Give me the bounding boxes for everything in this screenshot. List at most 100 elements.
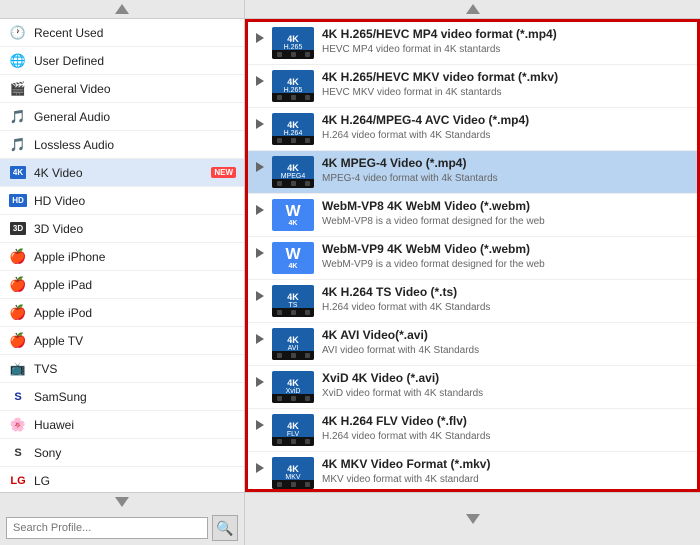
format-item-ts-video[interactable]: 4KTS 4K H.264 TS Video (*.ts)H.264 video …	[248, 280, 697, 323]
format-desc: WebM-VP8 is a video format designed for …	[322, 215, 689, 228]
format-title: 4K H.264/MPEG-4 AVC Video (*.mp4)	[322, 113, 689, 129]
search-button[interactable]: 🔍	[212, 515, 238, 541]
sidebar-item-apple-ipod[interactable]: 🍎Apple iPod	[0, 299, 244, 327]
4k-badge: 4KAVI	[272, 328, 314, 360]
expand-arrow-icon	[256, 162, 266, 172]
format-item-h265-mkv[interactable]: 4KH.2654K H.265/HEVC MKV video format (*…	[248, 65, 697, 108]
format-text: 4K H.264/MPEG-4 AVC Video (*.mp4)H.264 v…	[322, 113, 689, 142]
format-item-mpeg4[interactable]: 4KMPEG44K MPEG-4 Video (*.mp4)MPEG-4 vid…	[248, 151, 697, 194]
format-text: 4K H.265/HEVC MKV video format (*.mkv)HE…	[322, 70, 689, 99]
expand-arrow-icon	[256, 248, 266, 258]
4k-badge: 4KH.265	[272, 27, 314, 59]
format-item-mkv-video[interactable]: 4KMKV 4K MKV Video Format (*.mkv)MKV vide…	[248, 452, 697, 492]
sidebar-label: Lossless Audio	[34, 138, 236, 152]
format-text: 4K AVI Video(*.avi)AVI video format with…	[322, 328, 689, 357]
4k-badge: 4KTS	[272, 285, 314, 317]
top-arrow-row	[0, 0, 700, 19]
up-arrow-icon[interactable]	[115, 4, 129, 14]
formats-scroll-down[interactable]	[245, 493, 700, 545]
sidebar-item-apple-ipad[interactable]: 🍎Apple iPad	[0, 271, 244, 299]
sidebar-label: Apple iPhone	[34, 250, 236, 264]
sidebar-label: 3D Video	[34, 222, 236, 236]
sidebar-label: LG	[34, 474, 236, 488]
sidebar-label: Apple iPad	[34, 278, 236, 292]
format-item-avi-video[interactable]: 4KAVI 4K AVI Video(*.avi)AVI video format…	[248, 323, 697, 366]
4k-badge: 4KMKV	[272, 457, 314, 489]
apple-icon: 🍎	[8, 333, 28, 349]
sidebar-item-apple-tv[interactable]: 🍎 Apple TV	[0, 327, 244, 355]
sidebar-item-lossless-audio[interactable]: 🎵 Lossless Audio	[0, 131, 244, 159]
audio-icon: 🎵	[8, 137, 28, 153]
format-text: 4K H.265/HEVC MP4 video format (*.mp4)HE…	[322, 27, 689, 56]
format-desc: WebM-VP9 is a video format designed for …	[322, 258, 689, 271]
expand-arrow-icon	[256, 205, 266, 215]
format-text: 4K MKV Video Format (*.mkv)MKV video for…	[322, 457, 689, 486]
sidebar-item-samsung[interactable]: SSamSung	[0, 383, 244, 411]
4k-icon: 4K	[8, 165, 28, 181]
up-arrow-icon-right[interactable]	[466, 4, 480, 14]
sidebar-label: General Video	[34, 82, 236, 96]
format-title: 4K H.264 TS Video (*.ts)	[322, 285, 689, 301]
sidebar-item-recent-used[interactable]: 🕐Recent Used	[0, 19, 244, 47]
down-arrow-icon[interactable]	[115, 497, 129, 507]
apple-icon: 🍎	[8, 249, 28, 265]
format-desc: MKV video format with 4K standard	[322, 473, 689, 486]
sony-icon: S	[8, 445, 28, 461]
expand-arrow-icon	[256, 119, 266, 129]
globe-icon: 🌐	[8, 53, 28, 69]
sidebar-item-3d-video[interactable]: 3D3D Video	[0, 215, 244, 243]
format-desc: H.264 video format with 4K Standards	[322, 129, 689, 142]
format-item-flv-video[interactable]: 4KFLV4K H.264 FLV Video (*.flv)H.264 vid…	[248, 409, 697, 452]
sidebar-label: Huawei	[34, 418, 236, 432]
format-text: WebM-VP8 4K WebM Video (*.webm)WebM-VP8 …	[322, 199, 689, 228]
sidebar-item-user-defined[interactable]: 🌐User Defined	[0, 47, 244, 75]
sidebar-label: 4K Video	[34, 166, 207, 180]
sidebar-label: General Audio	[34, 110, 236, 124]
format-title: XviD 4K Video (*.avi)	[322, 371, 689, 387]
format-desc: XviD video format with 4K standards	[322, 387, 689, 400]
sidebar-label: Apple iPod	[34, 306, 236, 320]
sidebar-item-general-audio[interactable]: 🎵 General Audio	[0, 103, 244, 131]
format-item-h265-mp4[interactable]: 4KH.265 4K H.265/HEVC MP4 video format (*…	[248, 22, 697, 65]
expand-arrow-icon	[256, 420, 266, 430]
sidebar-item-hd-video[interactable]: HDHD Video	[0, 187, 244, 215]
format-desc: H.264 video format with 4K Standards	[322, 430, 689, 443]
sidebar-item-sony[interactable]: SSony	[0, 439, 244, 467]
format-text: WebM-VP9 4K WebM Video (*.webm)WebM-VP9 …	[322, 242, 689, 271]
format-item-h264-avc[interactable]: 4KH.2644K H.264/MPEG-4 AVC Video (*.mp4)…	[248, 108, 697, 151]
down-arrow-icon-right[interactable]	[466, 514, 480, 524]
search-row: 🔍	[0, 511, 244, 545]
format-title: 4K H.265/HEVC MP4 video format (*.mp4)	[322, 27, 689, 43]
expand-arrow-icon	[256, 76, 266, 86]
music-icon: 🎵	[8, 109, 28, 125]
huawei-icon: 🌸	[8, 417, 28, 433]
sidebar-item-huawei[interactable]: 🌸 Huawei	[0, 411, 244, 439]
format-item-webm-vp9[interactable]: W4KWebM-VP9 4K WebM Video (*.webm)WebM-V…	[248, 237, 697, 280]
format-title: 4K H.264 FLV Video (*.flv)	[322, 414, 689, 430]
sidebar-item-4k-video[interactable]: 4K4K VideoNEW	[0, 159, 244, 187]
sidebar-item-lg[interactable]: LGLG	[0, 467, 244, 492]
sidebar-item-general-video[interactable]: 🎬General Video	[0, 75, 244, 103]
expand-arrow-icon	[256, 463, 266, 473]
format-text: 4K H.264 TS Video (*.ts)H.264 video form…	[322, 285, 689, 314]
search-icon: 🔍	[216, 520, 233, 537]
format-desc: HEVC MP4 video format in 4K stantards	[322, 43, 689, 56]
sidebar-scroll-down[interactable]	[0, 493, 244, 511]
4k-badge: 4KXviD	[272, 371, 314, 403]
sidebar-scroll-up[interactable]	[0, 0, 245, 18]
format-item-webm-vp8[interactable]: W4KWebM-VP8 4K WebM Video (*.webm)WebM-V…	[248, 194, 697, 237]
format-title: WebM-VP9 4K WebM Video (*.webm)	[322, 242, 689, 258]
format-title: 4K MKV Video Format (*.mkv)	[322, 457, 689, 473]
bottom-left: 🔍	[0, 493, 245, 545]
expand-arrow-icon	[256, 33, 266, 43]
format-title: 4K MPEG-4 Video (*.mp4)	[322, 156, 689, 172]
search-input[interactable]	[6, 517, 208, 539]
sidebar-item-tvs[interactable]: 📺TVS	[0, 355, 244, 383]
format-text: 4K H.264 FLV Video (*.flv)H.264 video fo…	[322, 414, 689, 443]
format-text: 4K MPEG-4 Video (*.mp4)MPEG-4 video form…	[322, 156, 689, 185]
sidebar-item-apple-iphone[interactable]: 🍎 Apple iPhone	[0, 243, 244, 271]
expand-arrow-icon	[256, 377, 266, 387]
sidebar-label: Apple TV	[34, 334, 236, 348]
format-item-xvid-video[interactable]: 4KXviD XviD 4K Video (*.avi)XviD video fo…	[248, 366, 697, 409]
formats-scroll-up[interactable]	[245, 0, 700, 18]
